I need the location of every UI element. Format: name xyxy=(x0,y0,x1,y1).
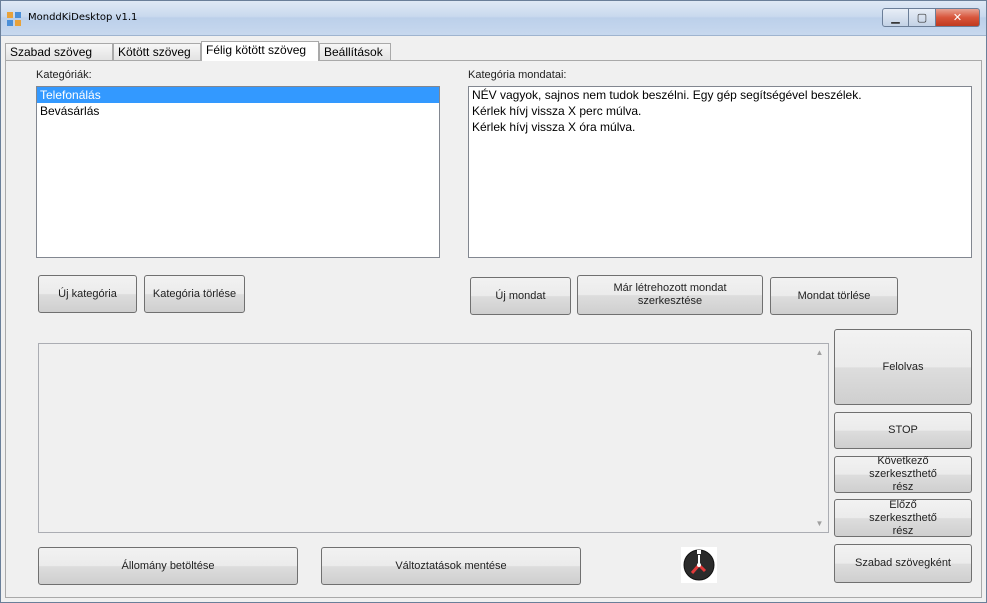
scroll-up-arrow-icon[interactable]: ▲ xyxy=(811,344,828,361)
close-button[interactable]: ✕ xyxy=(936,8,980,27)
tab-szabad-szoveg[interactable]: Szabad szöveg xyxy=(5,43,113,60)
window-controls: ▁ ▢ ✕ xyxy=(882,8,980,27)
tab-felig-kotott-szoveg[interactable]: Félig kötött szöveg xyxy=(201,41,319,61)
title-bar[interactable]: MonddKiDesktop v1.1 ▁ ▢ ✕ xyxy=(1,1,986,36)
new-sentence-button[interactable]: Új mondat xyxy=(470,277,571,315)
delete-sentence-button[interactable]: Mondat törlése xyxy=(770,277,898,315)
as-free-text-button[interactable]: Szabad szövegként xyxy=(834,544,972,583)
editor-textarea[interactable]: ▲ ▼ xyxy=(38,343,829,533)
tab-kotott-szoveg[interactable]: Kötött szöveg xyxy=(113,43,201,60)
sentences-label: Kategória mondatai: xyxy=(468,69,567,81)
window-title: MonddKiDesktop v1.1 xyxy=(28,12,138,23)
categories-label: Kategóriák: xyxy=(36,69,92,81)
app-window: MonddKiDesktop v1.1 ▁ ▢ ✕ Szabad szöveg … xyxy=(0,0,987,603)
clock-icon xyxy=(681,547,717,583)
read-aloud-button[interactable]: Felolvas xyxy=(834,329,972,405)
app-icon xyxy=(7,12,21,26)
tab-panel: Kategóriák: Telefonálás Bevásárlás Kateg… xyxy=(5,60,982,598)
clock-button[interactable] xyxy=(681,547,717,583)
sentence-item[interactable]: Kérlek hívj vissza X óra múlva. xyxy=(469,119,971,135)
sentence-item[interactable]: NÉV vagyok, sajnos nem tudok beszélni. E… xyxy=(469,87,971,103)
tab-beallitasok[interactable]: Beállítások xyxy=(319,43,391,60)
sentences-listbox[interactable]: NÉV vagyok, sajnos nem tudok beszélni. E… xyxy=(468,86,972,258)
load-file-button[interactable]: Állomány betöltése xyxy=(38,547,298,585)
editor-scrollbar[interactable]: ▲ ▼ xyxy=(811,344,828,532)
minimize-button[interactable]: ▁ xyxy=(882,8,909,27)
new-category-button[interactable]: Új kategória xyxy=(38,275,137,313)
category-item-bevasarlas[interactable]: Bevásárlás xyxy=(37,103,439,119)
categories-listbox[interactable]: Telefonálás Bevásárlás xyxy=(36,86,440,258)
stop-button[interactable]: STOP xyxy=(834,412,972,449)
sentence-item[interactable]: Kérlek hívj vissza X perc múlva. xyxy=(469,103,971,119)
delete-category-button[interactable]: Kategória törlése xyxy=(144,275,245,313)
next-editable-part-button[interactable]: Következő szerkeszthető rész xyxy=(834,455,972,493)
scroll-down-arrow-icon[interactable]: ▼ xyxy=(811,515,828,532)
edit-sentence-button[interactable]: Már létrehozott mondat szerkesztése xyxy=(577,275,763,315)
save-changes-button[interactable]: Változtatások mentése xyxy=(321,547,581,585)
maximize-button[interactable]: ▢ xyxy=(909,8,936,27)
previous-editable-part-button[interactable]: Előző szerkeszthető rész xyxy=(834,499,972,537)
category-item-telefonalas[interactable]: Telefonálás xyxy=(37,87,439,103)
